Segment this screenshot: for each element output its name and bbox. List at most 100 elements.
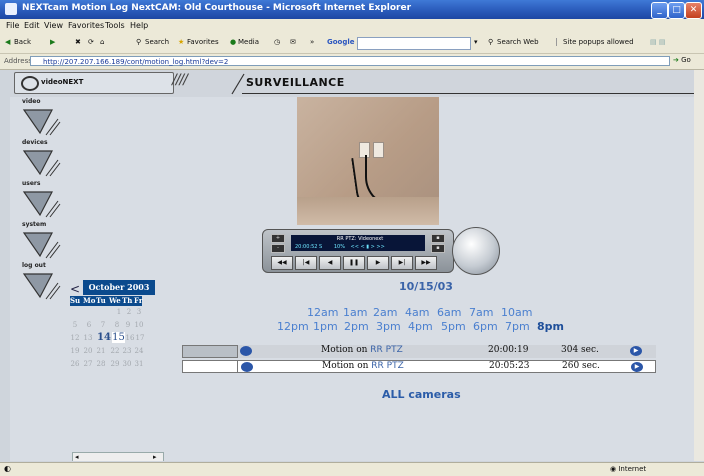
calendar-day[interactable]: 26 [70,360,80,368]
view-event-icon[interactable] [241,362,253,372]
calendar-day[interactable]: 21 [96,347,106,355]
close-button[interactable]: ✕ [685,2,702,19]
calendar-day[interactable]: 20 [83,347,93,355]
videonext-logo[interactable]: videoNEXT [14,72,174,94]
current-hour[interactable]: 8pm [537,320,564,333]
zoom-in-button[interactable]: + [271,234,285,243]
prev-month-button[interactable]: < [70,282,80,296]
hour-link[interactable]: 7pm [505,320,530,333]
hour-link[interactable]: 2am [373,306,397,319]
search-web-icon[interactable]: ⚲ [488,38,493,46]
preset-button[interactable]: ▪ [431,234,445,243]
autofill-icon[interactable]: ▤ ▤ [650,38,665,46]
hour-link[interactable]: 3pm [376,320,401,333]
search-button[interactable]: Search [145,38,169,46]
hour-link[interactable]: 1am [343,306,367,319]
calendar-day[interactable]: 10 [134,321,144,329]
menu-favorites[interactable]: Favorites [68,21,104,30]
all-cameras-link[interactable]: ALL cameras [382,388,461,401]
back-button[interactable]: Back [14,38,31,46]
media-button[interactable]: Media [238,38,259,46]
play-event-icon[interactable]: ▶ [630,346,642,356]
zoom-out-button[interactable]: - [271,244,285,253]
go-button[interactable]: ➔ Go [673,56,691,64]
home-icon[interactable]: ⌂ [100,38,104,46]
event-row[interactable]: Motion on RR PTZ 20:05:23 260 sec. ▶ [182,360,656,373]
event-row[interactable]: Motion on RR PTZ 20:00:19 304 sec. ▶ [182,345,656,358]
calendar-day[interactable]: 9 [123,321,133,329]
search-web-button[interactable]: Search Web [497,38,539,46]
event-camera-link[interactable]: RR PTZ [370,345,402,355]
hour-link[interactable]: 4am [405,306,429,319]
calendar-day[interactable]: 22 [110,347,120,355]
menu-button[interactable]: ▪ [431,244,445,253]
menu-tools[interactable]: Tools [105,21,125,30]
maximize-button[interactable]: □ [668,2,685,19]
calendar-day[interactable]: 13 [83,334,93,342]
view-event-icon[interactable] [240,346,252,356]
favorites-star-icon[interactable]: ★ [178,38,184,46]
scroll-right-icon[interactable]: ▸ [153,453,157,461]
hour-link[interactable]: 6am [437,306,461,319]
menu-help[interactable]: Help [130,21,148,30]
refresh-icon[interactable]: ⟳ [88,38,94,46]
pause-button[interactable]: ❚❚ [343,256,365,270]
hour-link[interactable]: 10am [501,306,532,319]
search-icon[interactable]: ⚲ [136,38,141,46]
calendar-day[interactable]: 2 [124,308,134,316]
minimize-button[interactable]: _ [651,2,668,19]
step-forward-button[interactable]: ▶| [391,256,413,270]
calendar-day[interactable]: 1 [114,308,124,316]
calendar-day[interactable]: 6 [84,321,94,329]
rewind-fast-button[interactable]: ◀◀ [271,256,293,270]
favorites-button[interactable]: Favorites [187,38,219,46]
ptz-joystick-knob[interactable] [452,227,500,275]
site-popups-allowed-button[interactable]: Site popups allowed [556,38,634,46]
calendar-day[interactable]: 5 [70,321,80,329]
calendar-day[interactable]: 12 [70,334,80,342]
calendar-day-today[interactable]: 15 [112,332,125,343]
hour-link[interactable]: 4pm [408,320,433,333]
more-chevron-icon[interactable]: » [310,38,314,46]
hour-link[interactable]: 12pm [277,320,309,333]
hour-link[interactable]: 12am [307,306,338,319]
horizontal-scrollbar[interactable]: ◂ ▸ [72,452,164,461]
hour-link[interactable]: 7am [469,306,493,319]
calendar-day[interactable]: 30 [122,360,132,368]
scroll-left-icon[interactable]: ◂ [75,453,79,461]
google-dropdown-icon[interactable]: ▾ [474,38,478,46]
back-arrow-icon[interactable]: ◀ [5,38,10,46]
calendar-day[interactable]: 29 [110,360,120,368]
calendar-day[interactable]: 24 [134,347,144,355]
calendar-day[interactable]: 3 [134,308,144,316]
calendar-day[interactable]: 7 [98,321,108,329]
menu-view[interactable]: View [44,21,63,30]
history-icon[interactable]: ◷ [274,38,280,46]
play-event-icon[interactable]: ▶ [631,362,643,372]
calendar-day[interactable]: 28 [96,360,106,368]
calendar-day[interactable]: 16 [125,334,135,342]
hour-link[interactable]: 5pm [441,320,466,333]
media-icon[interactable]: ● [230,38,236,46]
calendar-day[interactable]: 23 [122,347,132,355]
calendar-day-selected[interactable]: 14 [97,332,111,343]
step-back-button[interactable]: ◀ [319,256,341,270]
calendar-day[interactable]: 27 [83,360,93,368]
calendar-day[interactable]: 19 [70,347,80,355]
play-button[interactable]: ▶ [367,256,389,270]
camera-video-frame[interactable] [297,97,439,225]
event-camera-link[interactable]: RR PTZ [371,361,403,371]
mail-icon[interactable]: ✉ [290,38,296,46]
rewind-button[interactable]: |◀ [295,256,317,270]
vertical-scrollbar[interactable] [694,70,704,461]
hour-link[interactable]: 1pm [313,320,338,333]
hour-link[interactable]: 2pm [344,320,369,333]
google-search-input[interactable] [357,37,471,50]
menu-edit[interactable]: Edit [24,21,40,30]
calendar-day[interactable]: 17 [135,334,145,342]
forward-arrow-icon[interactable]: ▶ [50,38,55,46]
stop-icon[interactable]: ✖ [75,38,81,46]
hour-link[interactable]: 6pm [473,320,498,333]
fast-forward-button[interactable]: ▶▶ [415,256,437,270]
address-input[interactable]: http://207.207.166.189/cont/motion_log.h… [30,56,670,66]
